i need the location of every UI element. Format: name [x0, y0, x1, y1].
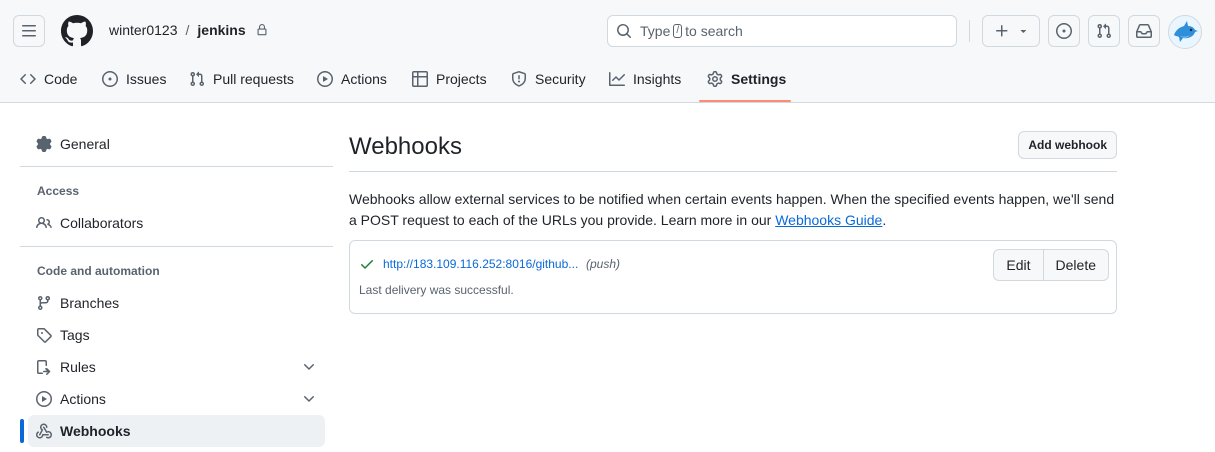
webhooks-description: Webhooks allow external services to be n…: [349, 189, 1117, 231]
sidebar-item-branches[interactable]: Branches: [28, 287, 325, 319]
dolphin-avatar-icon: [1174, 21, 1198, 42]
tab-settings[interactable]: Settings: [707, 62, 786, 96]
sidebar-divider: [20, 166, 333, 167]
gear-icon: [707, 71, 723, 87]
plus-icon: [996, 25, 1008, 37]
webhook-icon: [36, 423, 52, 439]
sidebar-item-rules[interactable]: Rules: [28, 351, 325, 383]
tab-label: Actions: [341, 71, 387, 87]
open-global-navigation-button[interactable]: [13, 15, 45, 47]
table-icon: [412, 71, 428, 87]
page-title: Webhooks: [349, 133, 462, 160]
tab-security[interactable]: Security: [511, 62, 586, 96]
tab-code[interactable]: Code: [20, 62, 77, 96]
tab-insights[interactable]: Insights: [609, 62, 681, 96]
title-divider: [349, 171, 1117, 172]
breadcrumb-repo-link[interactable]: jenkins: [197, 22, 245, 38]
description-end: .: [882, 212, 887, 228]
people-icon: [36, 216, 52, 229]
webhook-delivery-status: Last delivery was successful.: [359, 283, 514, 297]
global-header: winter0123 / jenkins Type / to search Co…: [0, 0, 1215, 103]
issue-opened-icon: [102, 71, 118, 87]
sidebar-item-label: Collaborators: [60, 215, 144, 231]
gear-icon: [36, 136, 52, 152]
github-logo-icon[interactable]: [61, 15, 93, 47]
tab-label: Projects: [436, 71, 487, 87]
repository-navigation: Code Issues Pull requests Actions Projec…: [0, 62, 1215, 103]
tab-label: Settings: [731, 71, 787, 87]
sidebar-item-label: Rules: [60, 359, 96, 375]
tab-label: Code: [44, 71, 78, 87]
issue-opened-icon: [1056, 23, 1072, 39]
tag-icon: [37, 328, 52, 343]
hamburger-icon: [22, 25, 36, 37]
webhook-url-link[interactable]: http://183.109.116.252:8016/github...: [383, 257, 578, 271]
your-pull-requests-button[interactable]: [1088, 15, 1120, 47]
sidebar-item-label: Branches: [60, 295, 120, 311]
search-icon: [616, 23, 632, 39]
webhook-list-item: http://183.109.116.252:8016/github... (p…: [349, 240, 1117, 314]
sidebar-item-label: Webhooks: [60, 423, 131, 439]
sidebar-item-webhooks[interactable]: Webhooks: [28, 415, 325, 447]
search-placeholder-suffix: to search: [685, 23, 743, 39]
tab-label: Issues: [126, 71, 167, 87]
chevron-down-icon[interactable]: [301, 359, 317, 375]
webhook-actions: Edit Delete: [993, 249, 1109, 281]
play-icon: [36, 391, 52, 407]
sidebar-divider: [20, 246, 333, 247]
webhooks-guide-link[interactable]: Webhooks Guide: [775, 212, 882, 228]
sidebar-item-tags[interactable]: Tags: [28, 319, 325, 351]
inbox-icon: [1136, 24, 1152, 38]
graph-icon: [609, 72, 625, 86]
chevron-down-icon[interactable]: [301, 391, 317, 407]
active-item-indicator: [20, 419, 24, 443]
triangle-down-icon: [1020, 30, 1027, 33]
sidebar-item-general[interactable]: General: [28, 128, 325, 160]
search-shortcut-key: /: [673, 24, 683, 38]
sidebar-heading-code-automation: Code and automation: [37, 264, 160, 278]
sidebar-item-collaborators[interactable]: Collaborators: [28, 207, 325, 239]
search-input[interactable]: Type / to search: [607, 15, 957, 47]
git-pull-request-icon: [1097, 23, 1112, 39]
shield-icon: [512, 71, 526, 87]
webhook-events: (push): [586, 257, 621, 271]
breadcrumb-owner-link[interactable]: winter0123: [109, 22, 178, 38]
notifications-inbox-button[interactable]: [1128, 15, 1160, 47]
rules-icon: [37, 360, 51, 375]
create-new-button[interactable]: [982, 15, 1040, 47]
code-icon: [20, 73, 36, 85]
git-pull-request-icon: [190, 71, 205, 87]
delete-webhook-button[interactable]: Delete: [1042, 250, 1108, 280]
breadcrumb: winter0123 / jenkins: [109, 22, 268, 38]
tab-label: Insights: [633, 71, 682, 87]
tab-pull-requests[interactable]: Pull requests: [189, 62, 294, 96]
tab-label: Pull requests: [213, 71, 294, 87]
tab-projects[interactable]: Projects: [412, 62, 487, 96]
sidebar-item-label: Tags: [60, 327, 90, 343]
add-webhook-button[interactable]: Add webhook: [1018, 131, 1117, 159]
play-icon: [317, 71, 333, 87]
tab-actions[interactable]: Actions: [317, 62, 387, 96]
your-issues-button[interactable]: [1048, 15, 1080, 47]
tab-issues[interactable]: Issues: [102, 62, 166, 96]
sidebar-heading-access: Access: [37, 184, 80, 198]
selected-tab-underline: [699, 100, 791, 102]
lock-icon: [256, 24, 268, 36]
tab-label: Security: [535, 71, 586, 87]
git-branch-icon: [37, 296, 50, 311]
sidebar-item-label: Actions: [60, 391, 106, 407]
sidebar-item-actions[interactable]: Actions: [28, 383, 325, 415]
search-placeholder-prefix: Type: [640, 23, 671, 39]
description-text: Webhooks allow external services to be n…: [349, 191, 1115, 228]
breadcrumb-separator: /: [185, 22, 190, 38]
user-avatar[interactable]: [1168, 15, 1202, 49]
header-divider: [969, 20, 970, 42]
check-icon: [359, 256, 375, 272]
sidebar-item-label: General: [60, 136, 110, 152]
edit-webhook-button[interactable]: Edit: [994, 250, 1042, 280]
